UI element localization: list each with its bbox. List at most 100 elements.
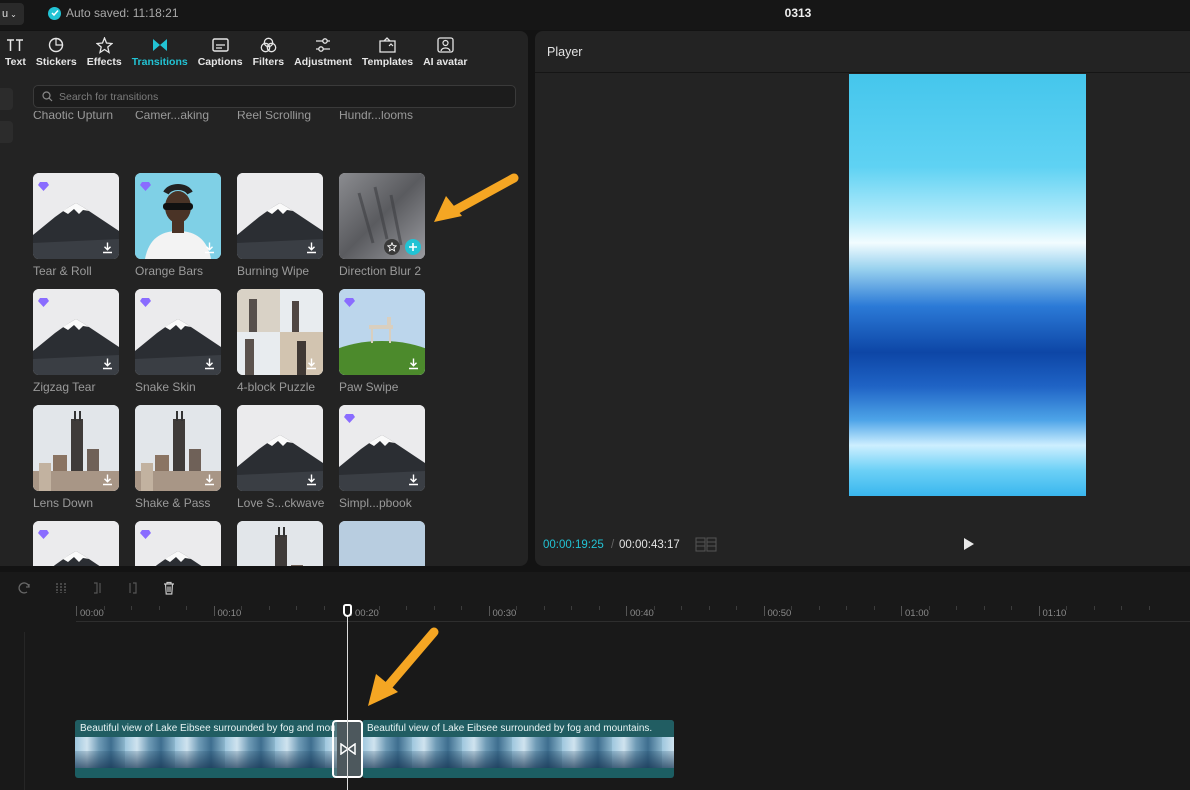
download-icon[interactable] [203,241,216,254]
tab-stickers[interactable]: Stickers [31,36,82,70]
playhead-handle[interactable] [343,604,352,617]
tab-templates[interactable]: Templates [357,36,418,70]
timeline-ruler[interactable]: 00:00 00:10 00:20 00:30 00:40 00:50 01:00 01:10 [76,606,1190,622]
tab-filters[interactable]: Filters [248,36,290,70]
transition-thumbnail[interactable] [237,289,323,375]
download-icon[interactable] [305,357,318,370]
transition-card[interactable]: Paw Swipe [339,289,441,394]
transition-card[interactable]: Snake Skin [135,289,237,394]
ruler-label: 00:50 [767,608,792,619]
ruler-label: 00:30 [492,608,517,619]
delete-icon[interactable] [160,579,178,597]
download-icon[interactable] [203,473,216,486]
ruler-minor-tick [1121,606,1122,610]
ruler-minor-tick [516,606,517,610]
transition-card[interactable] [33,521,135,566]
project-title[interactable]: 0313 [760,6,836,20]
transition-thumbnail[interactable] [33,173,119,259]
split-icon[interactable] [52,579,70,597]
transition-card[interactable]: Love S...ckwave [237,405,339,510]
download-icon[interactable] [407,357,420,370]
download-icon[interactable] [101,357,114,370]
frame-grid-icon[interactable] [695,537,717,552]
favorite-star-icon[interactable] [384,239,400,255]
tab-ai-avatar[interactable]: AI avatar [418,36,472,70]
video-clip[interactable]: Beautiful view of Lake Eibsee surrounded… [75,720,337,778]
autosave-status: Auto saved: 11:18:21 [48,6,179,20]
transition-thumbnail[interactable] [135,405,221,491]
tab-text[interactable]: Text [0,36,31,70]
ruler-minor-tick [543,606,545,610]
ruler-minor-tick [736,606,737,610]
transition-card[interactable]: Burning Wipe [237,173,339,278]
transition-card[interactable]: Simpl...pbook [339,405,441,510]
transition-card[interactable] [237,521,339,566]
ruler-minor-tick [406,606,407,610]
redo-icon[interactable] [16,579,34,597]
transition-card[interactable]: 4-block Puzzle [237,289,339,394]
split-right-icon[interactable] [124,579,142,597]
tab-effects[interactable]: Effects [82,36,127,70]
side-strip-button[interactable] [0,88,13,110]
search-input[interactable] [59,90,499,103]
transition-card[interactable]: Lens Down [33,405,135,510]
transition-thumbnail[interactable] [33,405,119,491]
transition-card[interactable]: Chaotic Upturn [33,111,135,122]
transition-thumbnail[interactable] [339,173,425,259]
split-left-icon[interactable] [88,579,106,597]
annotation-arrow [368,627,439,706]
transition-card[interactable] [339,521,441,566]
ruler-minor-tick [103,606,105,610]
tab-transitions[interactable]: Transitions [127,36,193,70]
transition-thumbnail[interactable] [33,521,119,566]
download-icon[interactable] [203,357,216,370]
menu-button[interactable]: u ⌄ [0,3,24,25]
download-icon[interactable] [305,241,318,254]
transition-thumbnail[interactable] [135,173,221,259]
transition-card[interactable]: Orange Bars [135,173,237,278]
clip-thumbnails [75,737,337,768]
play-icon[interactable] [963,537,975,551]
tab-label: Adjustment [294,56,352,68]
ruler-minor-tick [653,606,655,610]
premium-diamond-icon [344,410,355,423]
video-preview[interactable] [849,74,1086,496]
transition-label: 4-block Puzzle [237,380,316,394]
ruler-minor-tick [928,606,930,610]
download-icon[interactable] [101,241,114,254]
transition-card[interactable]: Hundr...looms [339,111,441,122]
tab-captions[interactable]: Captions [193,36,248,70]
transition-thumbnail[interactable] [339,405,425,491]
tab-adjustment[interactable]: Adjustment [289,36,357,70]
panel-tabs: Text Stickers Effects Transitions Captions Fi… [0,36,472,70]
transition-thumbnail[interactable] [237,173,323,259]
transition-thumbnail[interactable] [135,521,221,566]
transition-card[interactable]: Shake & Pass [135,405,237,510]
transition-thumbnail[interactable] [339,521,425,566]
transition-card[interactable]: Zigzag Tear [33,289,135,394]
video-clip[interactable]: Beautiful view of Lake Eibsee surrounded… [362,720,674,778]
ruler-minor-tick [131,606,132,610]
playhead-line[interactable] [347,604,348,790]
ruler-minor-tick [681,606,682,610]
transition-thumbnail[interactable] [237,405,323,491]
transition-card[interactable]: Direction Blur 2 [339,173,441,278]
download-icon[interactable] [101,473,114,486]
transition-thumbnail[interactable] [33,289,119,375]
premium-diamond-icon [140,526,151,539]
transition-thumbnail[interactable] [237,521,323,566]
download-icon[interactable] [407,473,420,486]
top-bar: u ⌄ Auto saved: 11:18:21 0313 [0,0,1190,30]
transition-thumbnail[interactable] [339,289,425,375]
ruler-minor-tick [956,606,957,610]
transition-label: Lens Down [33,496,94,510]
ruler-minor-tick [1011,606,1012,610]
transition-card[interactable]: Camer...aking [135,111,237,122]
transition-card[interactable]: Reel Scrolling [237,111,339,122]
download-icon[interactable] [305,473,318,486]
transition-thumbnail[interactable] [135,289,221,375]
ruler-minor-tick [158,606,160,610]
add-icon[interactable] [405,239,421,255]
transition-card[interactable] [135,521,237,566]
transition-card[interactable]: Tear & Roll [33,173,135,278]
